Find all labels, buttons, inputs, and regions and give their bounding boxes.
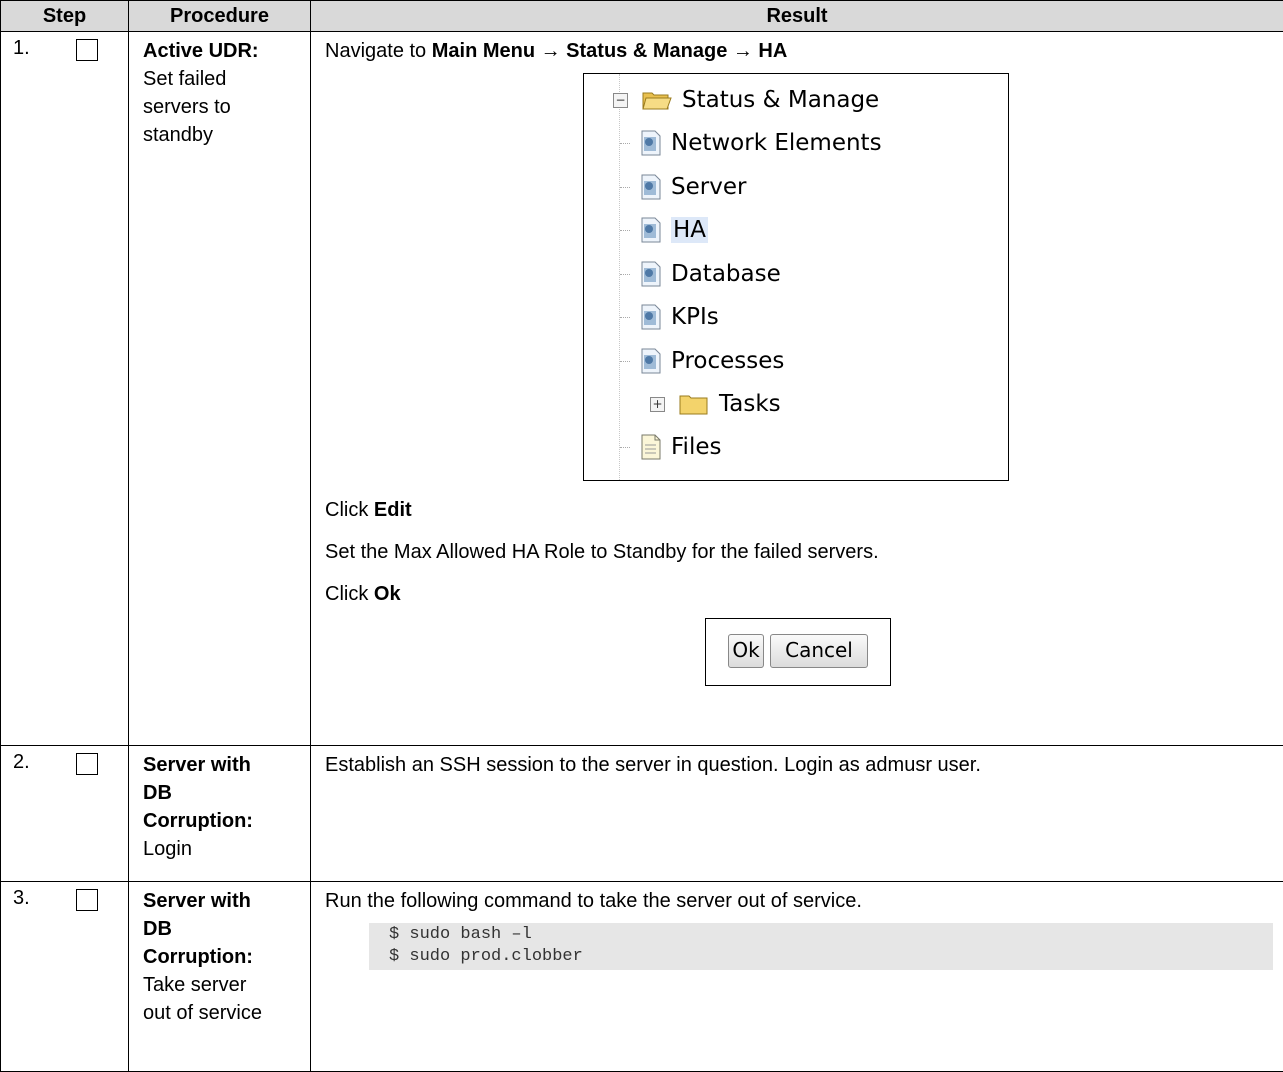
tree-connector — [620, 143, 630, 144]
page-icon — [640, 130, 662, 156]
tree-label: Server — [671, 174, 746, 200]
header-result: Result — [311, 1, 1283, 32]
step-checkbox[interactable] — [76, 753, 98, 775]
step-checkbox[interactable] — [76, 39, 98, 61]
tree-item-kpis[interactable]: KPIs — [620, 301, 719, 333]
tree-label-selected: HA — [671, 217, 708, 243]
page-icon — [640, 348, 662, 374]
page-icon — [640, 304, 662, 330]
tree-label: Status & Manage — [682, 87, 879, 113]
procedure-cell: Server with DB Corruption: Login — [129, 746, 311, 882]
cancel-button[interactable]: Cancel — [770, 634, 868, 668]
navigate-prefix: Navigate to — [325, 40, 432, 62]
document-icon — [640, 434, 662, 460]
procedure-title: Corruption: — [143, 807, 302, 835]
table-header-row: Step Procedure Result — [1, 1, 1283, 32]
tree-item-status-manage[interactable]: − Status & Manage — [613, 84, 879, 116]
tree-item-network-elements[interactable]: Network Elements — [620, 127, 882, 159]
procedure-title: DB — [143, 915, 302, 943]
tree-label: Files — [671, 434, 721, 460]
click-ok-prefix: Click — [325, 583, 374, 605]
expand-icon[interactable]: + — [650, 397, 665, 412]
tree-connector — [620, 230, 630, 231]
command-line: $ sudo bash –l — [389, 924, 1273, 946]
step-cell: 3. — [1, 882, 129, 1072]
tree-label: Processes — [671, 348, 784, 374]
tree-item-processes[interactable]: Processes — [620, 345, 784, 377]
tree-item-server[interactable]: Server — [620, 171, 746, 203]
tree-label: Network Elements — [671, 130, 882, 156]
procedure-line: Set failed — [143, 65, 302, 93]
buttons-screenshot: Ok Cancel — [705, 618, 891, 686]
procedure-table: Step Procedure Result 1. Active UDR: Set… — [0, 0, 1283, 1072]
procedure-title: Server with — [143, 751, 302, 779]
step-cell: 1. — [1, 32, 129, 746]
tree-connector — [620, 187, 630, 188]
procedure-line: Login — [143, 835, 302, 863]
step-number: 2. — [13, 751, 30, 774]
page-icon — [640, 174, 662, 200]
procedure-line: out of service — [143, 999, 302, 1027]
navigate-path: Main Menu → Status & Manage → HA — [432, 40, 788, 62]
tree-item-tasks[interactable]: + Tasks — [650, 388, 781, 420]
result-cell: Establish an SSH session to the server i… — [311, 746, 1283, 882]
result-text: Establish an SSH session to the server i… — [325, 751, 1283, 779]
procedure-line: Take server — [143, 971, 302, 999]
procedure-title: Server with — [143, 887, 302, 915]
collapse-icon[interactable]: − — [613, 93, 628, 108]
step-cell: 2. — [1, 746, 129, 882]
procedure-cell: Active UDR: Set failed servers to standb… — [129, 32, 311, 746]
tree-connector — [620, 361, 630, 362]
table-row: 3. Server with DB Corruption: Take serve… — [1, 882, 1283, 1072]
tree-item-files[interactable]: Files — [620, 431, 721, 463]
header-step: Step — [1, 1, 129, 32]
procedure-title: DB — [143, 779, 302, 807]
command-line: $ sudo prod.clobber — [389, 946, 1273, 968]
header-procedure: Procedure — [129, 1, 311, 32]
open-folder-icon — [642, 89, 672, 111]
tree-connector — [620, 447, 630, 448]
result-cell: Run the following command to take the se… — [311, 882, 1283, 1072]
command-block: $ sudo bash –l$ sudo prod.clobber — [369, 923, 1273, 970]
tree-item-database[interactable]: Database — [620, 258, 781, 290]
tree-connector — [620, 274, 630, 275]
table-row: 2. Server with DB Corruption: Login Esta… — [1, 746, 1283, 882]
click-ok-instruction: Click Ok — [325, 580, 1283, 608]
tree-label: KPIs — [671, 304, 719, 330]
click-edit-prefix: Click — [325, 499, 374, 521]
procedure-title: Active UDR: — [143, 37, 302, 65]
result-text: Run the following command to take the se… — [325, 887, 1283, 915]
ok-button[interactable]: Ok — [728, 634, 764, 668]
tree-label: Tasks — [719, 391, 781, 417]
navigate-instruction: Navigate to Main Menu → Status & Manage … — [325, 37, 1283, 65]
tree-label: Database — [671, 261, 781, 287]
procedure-title: Corruption: — [143, 943, 302, 971]
tree-item-ha[interactable]: HA — [620, 214, 708, 246]
step-number: 1. — [13, 37, 30, 60]
step-number: 3. — [13, 887, 30, 910]
step-checkbox[interactable] — [76, 889, 98, 911]
result-cell: Navigate to Main Menu → Status & Manage … — [311, 32, 1283, 746]
table-row: 1. Active UDR: Set failed servers to sta… — [1, 32, 1283, 746]
tree-connector — [620, 317, 630, 318]
click-edit-instruction: Click Edit — [325, 496, 1283, 524]
click-edit-label: Edit — [374, 499, 412, 521]
set-role-instruction: Set the Max Allowed HA Role to Standby f… — [325, 538, 1283, 566]
click-ok-label: Ok — [374, 583, 401, 605]
procedure-cell: Server with DB Corruption: Take server o… — [129, 882, 311, 1072]
page-icon — [640, 261, 662, 287]
folder-icon — [679, 393, 709, 415]
procedure-line: standby — [143, 121, 302, 149]
procedure-line: servers to — [143, 93, 302, 121]
page-icon — [640, 217, 662, 243]
menu-tree-screenshot: − Status & Manage Network Element — [583, 73, 1009, 481]
